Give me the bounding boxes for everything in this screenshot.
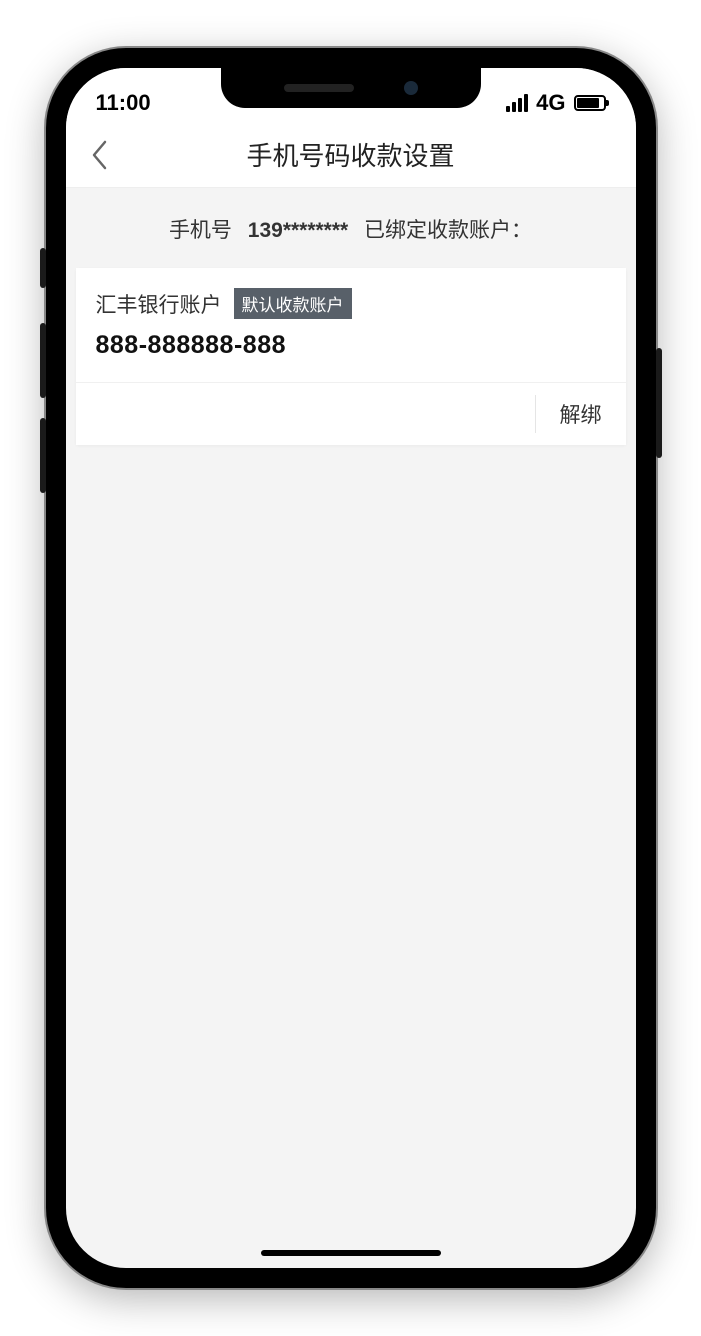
account-number: 888-888888-888 <box>76 327 626 382</box>
status-time: 11:00 <box>96 90 151 116</box>
phone-frame: 11:00 4G 手机号码收款设置 手机号 139***** <box>46 48 656 1288</box>
signal-icon <box>506 94 528 112</box>
notch <box>221 68 481 108</box>
info-prefix: 手机号 <box>169 219 232 242</box>
battery-icon <box>574 95 606 111</box>
default-account-badge: 默认收款账户 <box>234 288 352 319</box>
silence-switch <box>40 248 46 288</box>
nav-bar: 手机号码收款设置 <box>66 122 636 188</box>
bank-name: 汇丰银行账户 <box>96 289 222 319</box>
volume-down-button <box>40 418 46 493</box>
card-actions: 解绑 <box>76 382 626 445</box>
bound-info-text: 手机号 139******** 已绑定收款账户： <box>66 188 636 264</box>
phone-number: 139******** <box>248 219 348 242</box>
account-card: 汇丰银行账户 默认收款账户 888-888888-888 解绑 <box>76 268 626 445</box>
back-button[interactable] <box>80 135 120 175</box>
page-title: 手机号码收款设置 <box>246 136 454 173</box>
screen: 11:00 4G 手机号码收款设置 手机号 139***** <box>66 68 636 1268</box>
chevron-left-icon <box>91 140 109 170</box>
speaker <box>284 84 354 92</box>
info-suffix: 已绑定收款账户： <box>364 219 532 242</box>
content-area: 手机号 139******** 已绑定收款账户： 汇丰银行账户 默认收款账户 8… <box>66 188 636 445</box>
network-label: 4G <box>536 90 565 116</box>
front-camera <box>404 81 418 95</box>
power-button <box>656 348 662 458</box>
home-indicator[interactable] <box>261 1250 441 1256</box>
volume-up-button <box>40 323 46 398</box>
unbind-button[interactable]: 解绑 <box>535 395 626 433</box>
